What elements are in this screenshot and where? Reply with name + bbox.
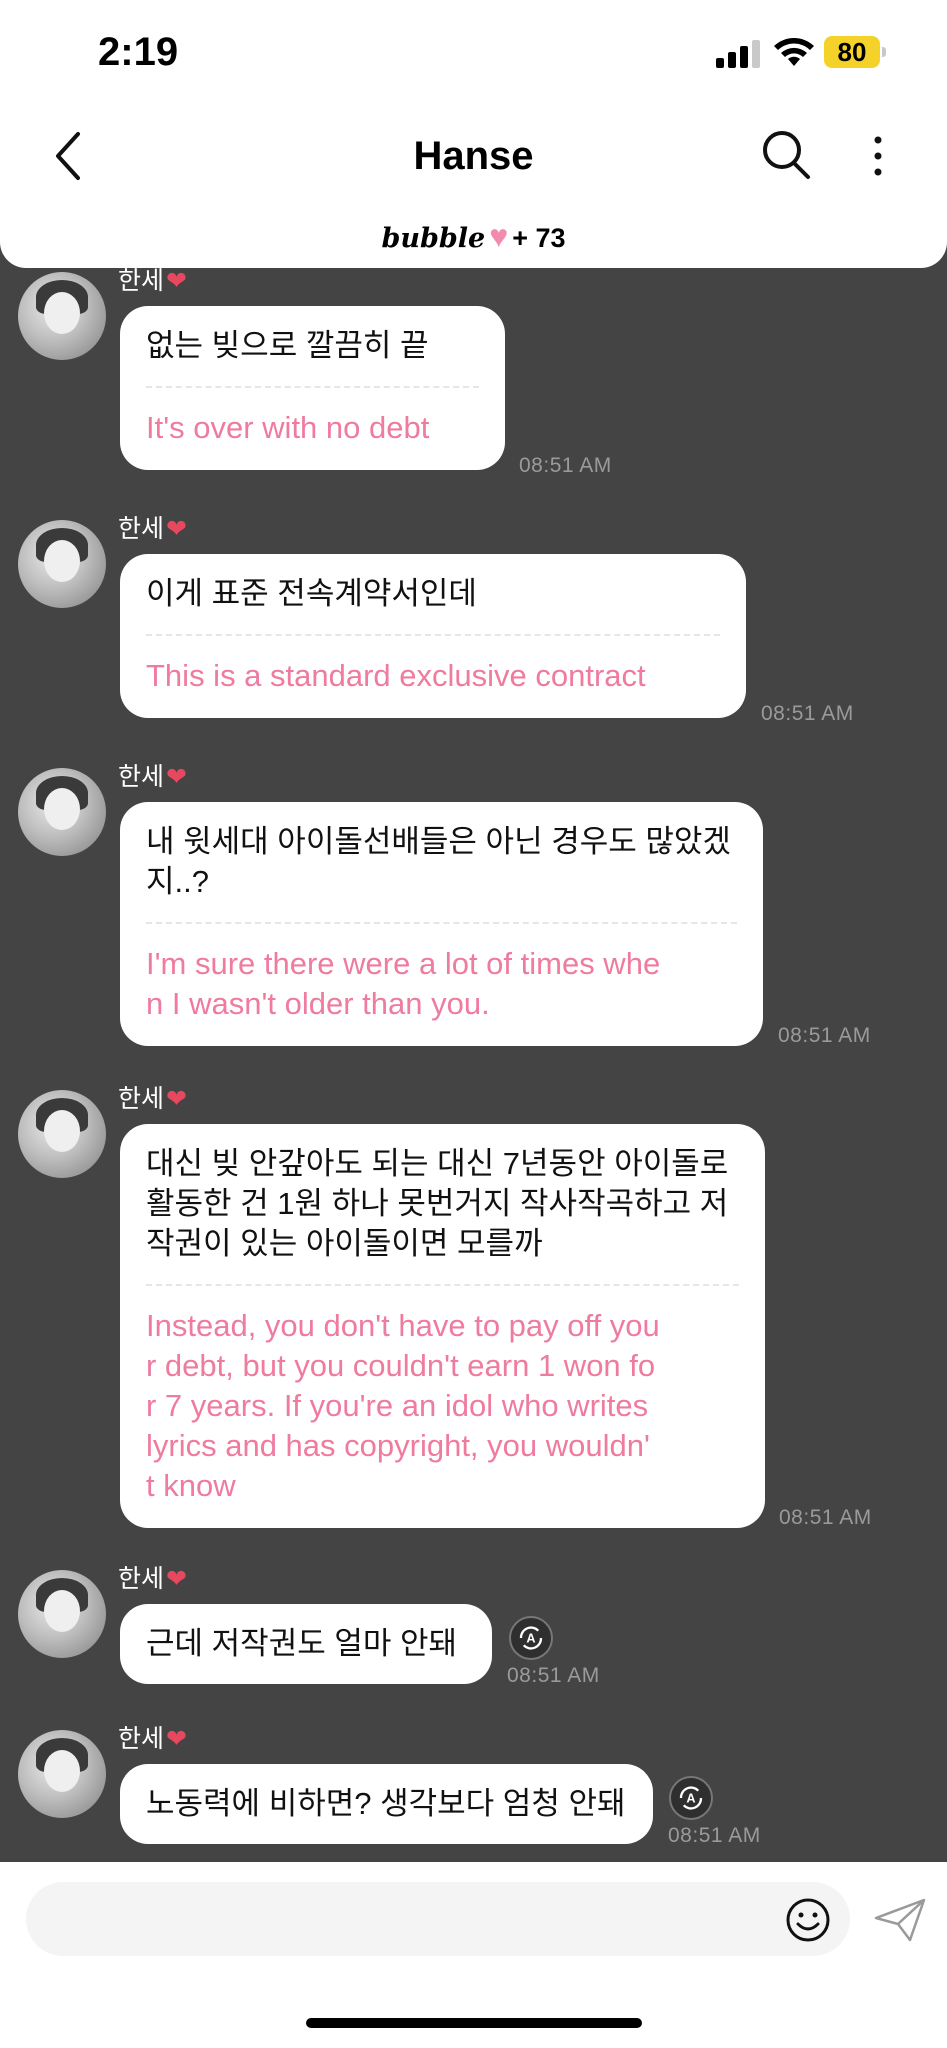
heart-icon: ❤ — [166, 1565, 187, 1593]
message-translation: Instead, you don't have to pay off you r… — [146, 1308, 660, 1503]
status-bar: 2:19 80 — [0, 0, 947, 100]
avatar-face — [44, 292, 80, 334]
heart-icon: ❤ — [166, 1725, 187, 1753]
timestamp: 08:51 AM — [519, 454, 612, 477]
chat-header: Hanse bubble ♥ + 73 — [0, 100, 947, 268]
battery-icon: 80 — [824, 36, 886, 68]
timestamp: 08:51 AM — [668, 1824, 761, 1847]
message-korean: 대신 빚 안갚아도 되는 대신 7년동안 아이돌로 활동한 건 1원 하나 못번… — [146, 1146, 729, 1261]
message-korean: 없는 빚으로 깔끔히 끝 — [146, 328, 429, 363]
sender-name: 한세❤ — [118, 762, 187, 792]
sender-name: 한세❤ — [118, 1084, 187, 1114]
avatar-face — [44, 540, 80, 582]
heart-icon: ❤ — [166, 763, 187, 791]
heart-icon: ❤ — [166, 515, 187, 543]
sender-name-text: 한세 — [118, 1725, 165, 1753]
translate-icon[interactable]: A — [669, 1776, 713, 1820]
message-korean: 근데 저작권도 얼마 안돼 — [146, 1626, 458, 1661]
avatar[interactable] — [18, 1570, 106, 1658]
message-korean: 노동력에 비하면? 생각보다 엄청 안돼 — [146, 1786, 626, 1821]
sender-name: 한세❤ — [118, 514, 187, 544]
timestamp: 08:51 AM — [779, 1506, 872, 1529]
bubble-badge[interactable]: bubble ♥ + 73 — [0, 216, 947, 259]
avatar[interactable] — [18, 768, 106, 856]
sender-name-text: 한세 — [118, 515, 165, 543]
sender-name-text: 한세 — [118, 267, 165, 295]
message-bubble[interactable]: 없는 빚으로 깔끔히 끝 It's over with no debt — [120, 306, 505, 470]
svg-text:A: A — [526, 1631, 535, 1646]
svg-text:A: A — [686, 1791, 695, 1806]
avatar-face — [44, 1590, 80, 1632]
sender-name: 한세❤ — [118, 1724, 187, 1754]
avatar-face — [44, 788, 80, 830]
smiley-icon[interactable] — [784, 1896, 832, 1944]
heart-icon: ❤ — [166, 267, 187, 295]
avatar[interactable] — [18, 520, 106, 608]
message-bubble[interactable]: 노동력에 비하면? 생각보다 엄청 안돼 — [120, 1764, 653, 1844]
search-icon[interactable] — [760, 126, 812, 182]
message-composer — [0, 1862, 947, 2048]
timestamp: 08:51 AM — [761, 702, 854, 725]
timestamp: 08:51 AM — [778, 1024, 871, 1047]
timestamp: 08:51 AM — [507, 1664, 600, 1687]
message-translation: It's over with no debt — [146, 410, 430, 445]
status-time: 2:19 — [98, 30, 179, 74]
message-korean: 이게 표준 전속계약서인데 — [146, 576, 477, 611]
avatar[interactable] — [18, 1730, 106, 1818]
home-indicator — [306, 2018, 642, 2028]
translate-icon[interactable]: A — [509, 1616, 553, 1660]
message-translation: I'm sure there were a lot of times whe n… — [146, 946, 661, 1021]
wifi-icon — [774, 38, 814, 66]
heart-icon: ❤ — [166, 1085, 187, 1113]
avatar[interactable] — [18, 1090, 106, 1178]
sender-name-text: 한세 — [118, 1085, 165, 1113]
send-icon[interactable] — [872, 1896, 928, 1944]
message-bubble[interactable]: 근데 저작권도 얼마 안돼 — [120, 1604, 492, 1684]
heart-icon: ♥ — [489, 218, 509, 254]
message-translation: This is a standard exclusive contract — [146, 658, 646, 693]
message-bubble[interactable]: 대신 빚 안갚아도 되는 대신 7년동안 아이돌로 활동한 건 1원 하나 못번… — [120, 1124, 765, 1528]
battery-level: 80 — [824, 36, 880, 68]
sender-name: 한세❤ — [118, 1564, 187, 1594]
avatar-face — [44, 1110, 80, 1152]
message-bubble[interactable]: 내 윗세대 아이돌선배들은 아닌 경우도 많았겠 지..? I'm sure t… — [120, 802, 763, 1046]
more-vertical-icon[interactable] — [862, 128, 894, 184]
signal-icon — [716, 40, 760, 68]
sender-name-text: 한세 — [118, 1565, 165, 1593]
sender-name: 한세❤ — [118, 266, 187, 296]
bubble-count: + 73 — [512, 223, 566, 253]
message-input[interactable] — [26, 1882, 850, 1956]
sender-name-text: 한세 — [118, 763, 165, 791]
avatar[interactable] — [18, 272, 106, 360]
avatar-face — [44, 1750, 80, 1792]
message-bubble[interactable]: 이게 표준 전속계약서인데 This is a standard exclusi… — [120, 554, 746, 718]
bubble-logo: bubble — [381, 223, 486, 254]
message-korean: 내 윗세대 아이돌선배들은 아닌 경우도 많았겠 지..? — [146, 824, 731, 899]
battery-cap — [882, 47, 886, 57]
